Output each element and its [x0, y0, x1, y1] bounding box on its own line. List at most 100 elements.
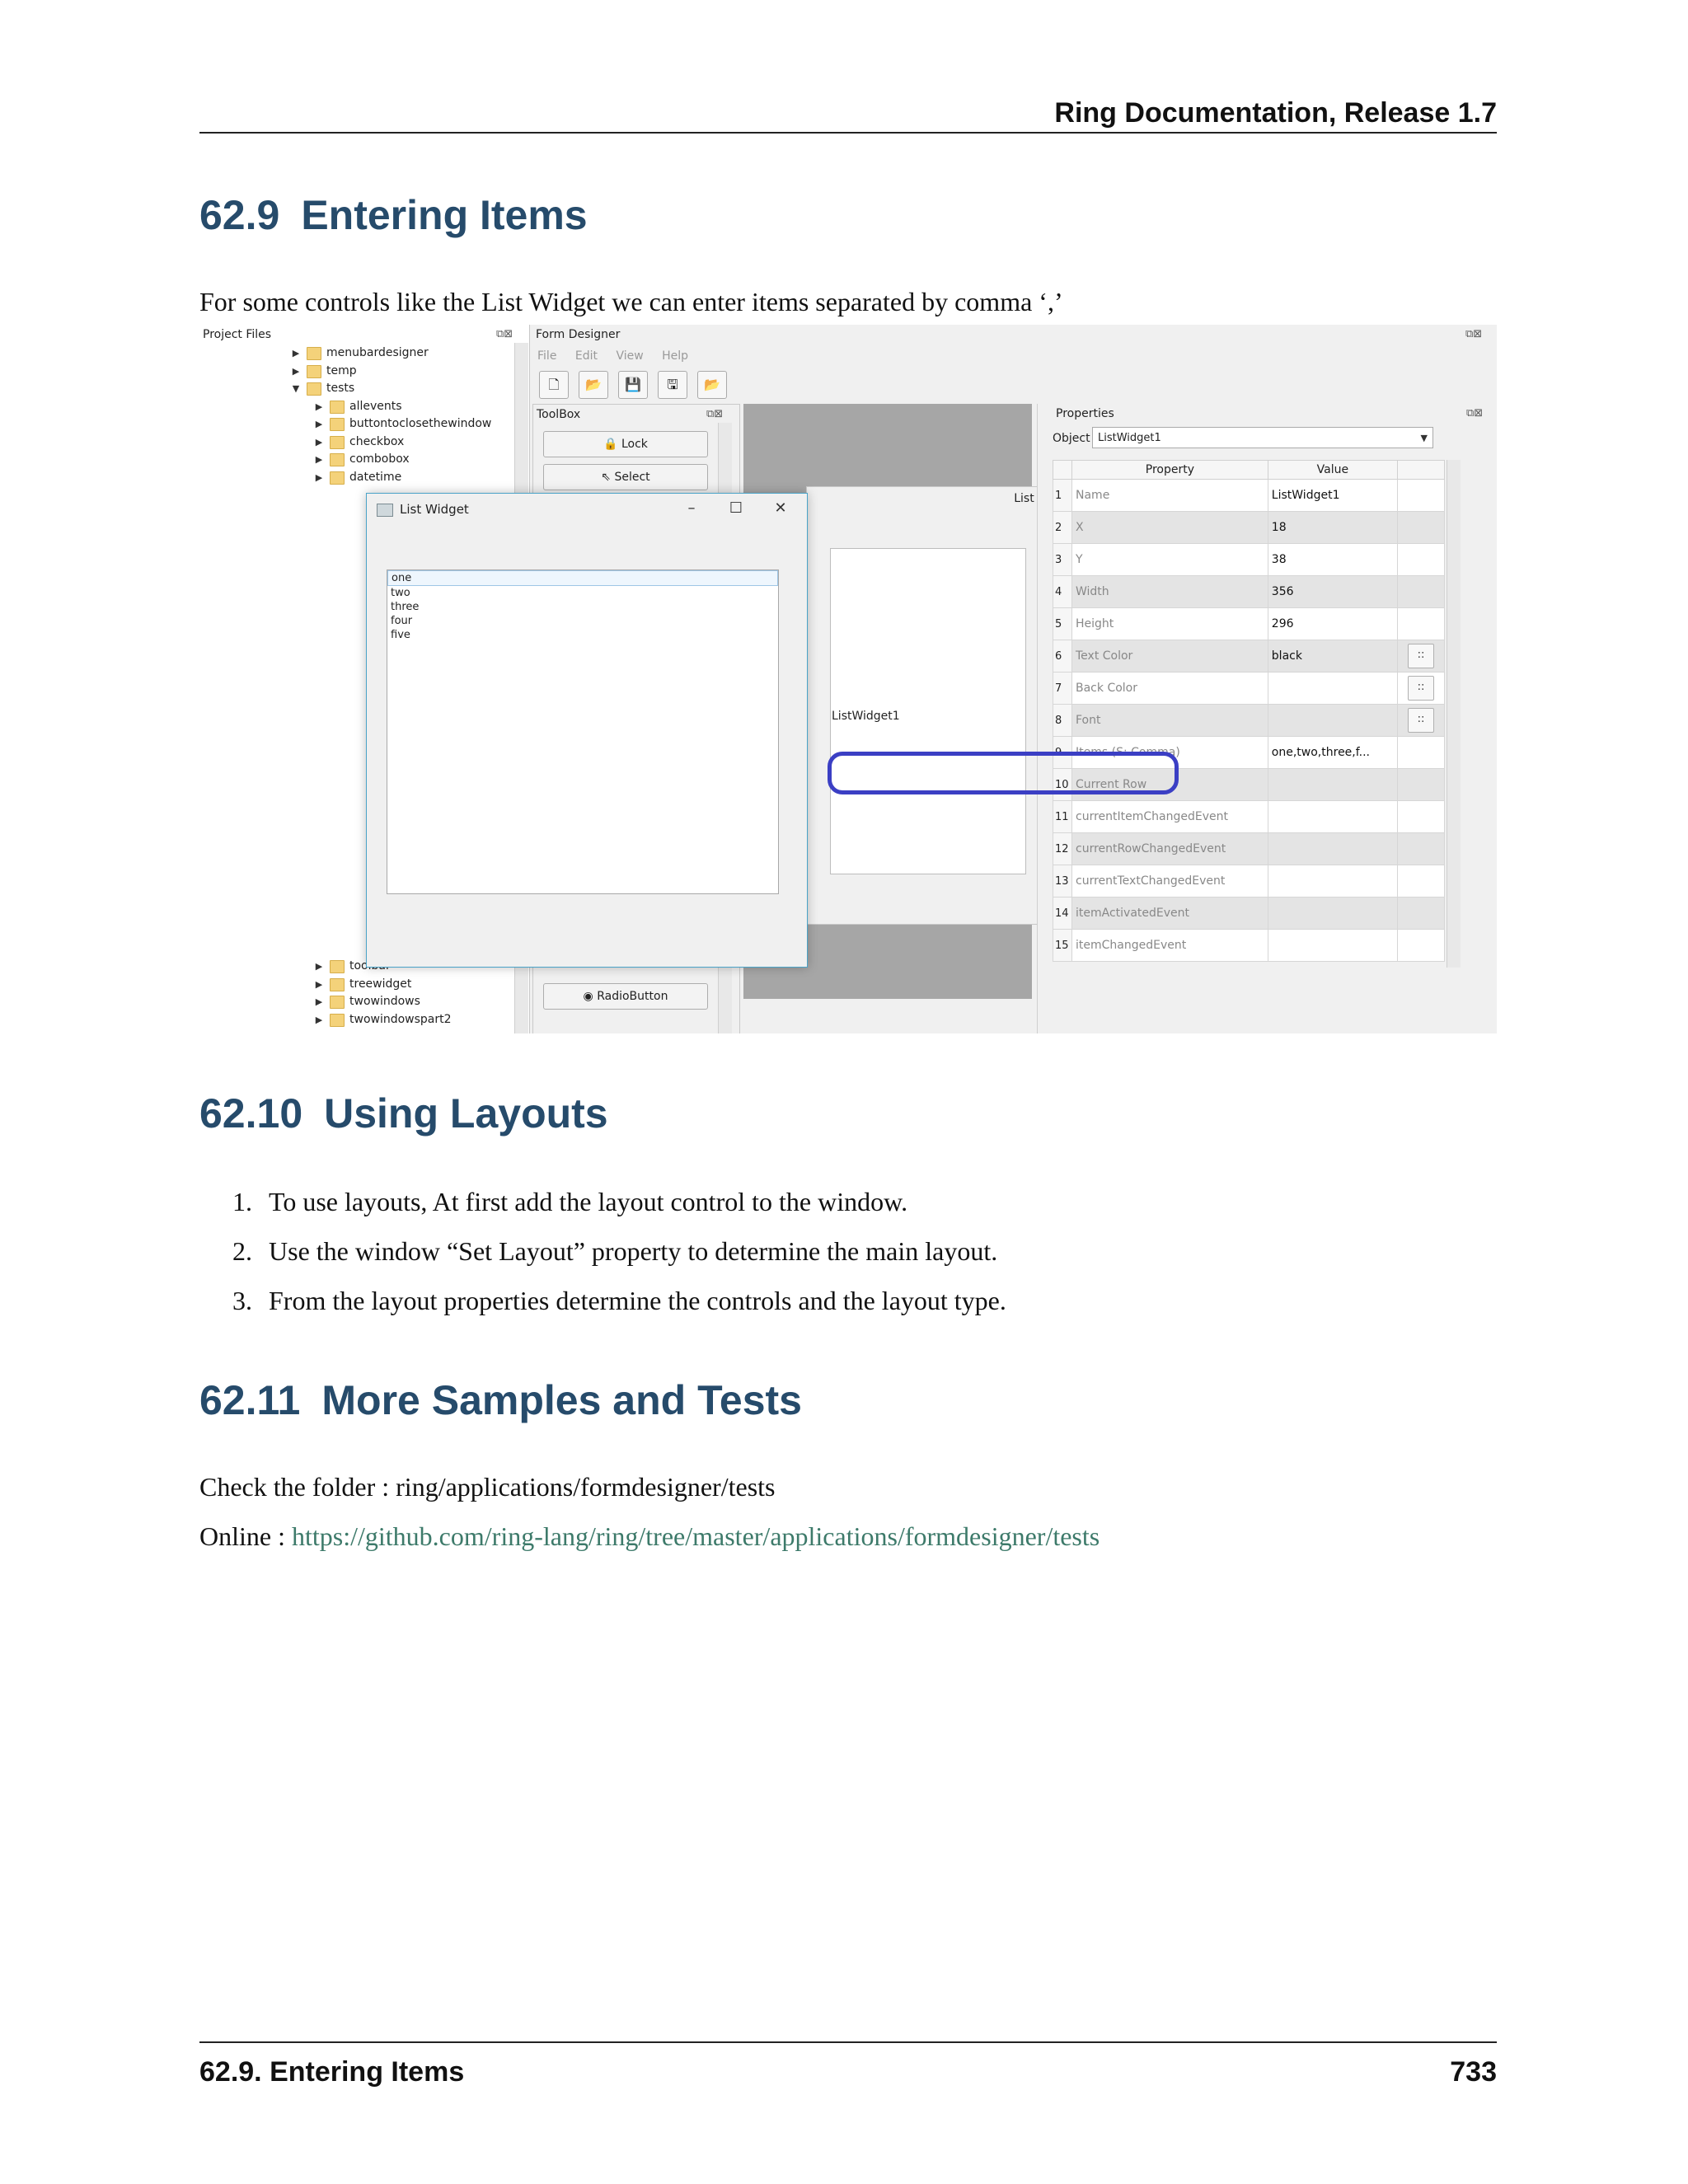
section-heading-using-layouts: 62.10 Using Layouts: [199, 1090, 608, 1137]
form-preview-window[interactable]: List W ListWidget1: [806, 486, 1055, 925]
list-widget-list[interactable]: one two three four five: [387, 569, 779, 894]
list-item[interactable]: three: [387, 600, 778, 614]
property-value[interactable]: [1267, 672, 1399, 705]
save-as-icon[interactable]: 🖫: [658, 371, 687, 399]
github-link[interactable]: https://github.com/ring-lang/ring/tree/m…: [292, 1521, 1100, 1551]
property-value[interactable]: 356: [1267, 575, 1399, 608]
expand-arrow-icon[interactable]: ▶: [313, 993, 325, 1011]
tree-item[interactable]: ▶ temp: [290, 363, 521, 381]
property-row[interactable]: 6 Text Color black::: [1053, 640, 1445, 673]
lock-button[interactable]: 🔒 Lock: [543, 431, 708, 457]
pane-float-close-icon[interactable]: ⧉⊠: [706, 408, 723, 420]
collapse-arrow-icon[interactable]: ▼: [290, 380, 302, 398]
menu-file[interactable]: File: [537, 349, 556, 363]
object-select[interactable]: ListWidget1 ▼: [1092, 427, 1433, 448]
menu-bar: File Edit View Help: [537, 349, 703, 363]
property-value[interactable]: ListWidget1: [1267, 479, 1399, 512]
list-item[interactable]: four: [387, 614, 778, 628]
property-name: X: [1071, 511, 1268, 544]
property-row[interactable]: 13 currentTextChangedEvent: [1053, 865, 1445, 898]
menu-help[interactable]: Help: [662, 349, 688, 363]
properties-scrollbar[interactable]: [1447, 460, 1461, 968]
property-value[interactable]: [1267, 768, 1399, 801]
expand-arrow-icon[interactable]: ▶: [313, 1011, 325, 1029]
property-value[interactable]: [1267, 832, 1399, 865]
page-header: Ring Documentation, Release 1.7: [199, 91, 1497, 134]
list-item[interactable]: one: [387, 570, 778, 586]
expand-arrow-icon[interactable]: ▶: [313, 958, 325, 976]
maximize-icon[interactable]: ☐: [718, 495, 754, 522]
property-row[interactable]: 4 Width 356: [1053, 575, 1445, 608]
property-row[interactable]: 7 Back Color::: [1053, 672, 1445, 705]
tree-item[interactable]: ▼ tests: [290, 380, 521, 398]
property-name: Font: [1071, 704, 1268, 737]
ellipsis-button[interactable]: ::: [1408, 708, 1434, 733]
pane-float-close-icon[interactable]: ⧉⊠: [1466, 407, 1483, 419]
property-row[interactable]: 2 X 18: [1053, 511, 1445, 544]
ellipsis-button[interactable]: ::: [1408, 676, 1434, 701]
tree-item[interactable]: ▶ buttontoclosethewindow: [290, 415, 521, 434]
property-value[interactable]: [1267, 929, 1399, 962]
property-value[interactable]: [1267, 865, 1399, 898]
property-value[interactable]: one,two,three,f...: [1267, 736, 1399, 769]
header-title: Ring Documentation, Release 1.7: [1054, 97, 1497, 129]
tree-item[interactable]: ▶ treewidget: [290, 976, 521, 994]
section-number: 62.9: [199, 192, 280, 238]
online-paragraph: Online : https://github.com/ring-lang/ri…: [199, 1521, 1100, 1551]
property-value[interactable]: [1267, 704, 1399, 737]
property-row[interactable]: 14 itemActivatedEvent: [1053, 897, 1445, 930]
property-row[interactable]: 5 Height 296: [1053, 607, 1445, 640]
row-index: 14: [1053, 897, 1072, 930]
select-button[interactable]: ⇖ Select: [543, 464, 708, 490]
expand-arrow-icon[interactable]: ▶: [313, 976, 325, 994]
tree-item[interactable]: ▶ datetime: [290, 469, 521, 487]
tree-item[interactable]: ▶ combobox: [290, 451, 521, 469]
footer-section: 62.9. Entering Items: [199, 2056, 465, 2088]
expand-arrow-icon[interactable]: ▶: [313, 469, 325, 487]
section-title: Entering Items: [301, 192, 588, 238]
property-value[interactable]: 18: [1267, 511, 1399, 544]
tree-item[interactable]: ▶ menubardesigner: [290, 344, 521, 363]
tree-item[interactable]: ▶ allevents: [290, 398, 521, 416]
property-row[interactable]: 11 currentItemChangedEvent: [1053, 800, 1445, 833]
radiobutton-button[interactable]: ◉ RadioButton: [543, 983, 708, 1010]
expand-arrow-icon[interactable]: ▶: [313, 451, 325, 469]
pane-float-close-icon[interactable]: ⧉⊠: [1465, 328, 1482, 340]
expand-arrow-icon[interactable]: ▶: [313, 415, 325, 434]
property-row[interactable]: 3 Y 38: [1053, 543, 1445, 576]
expand-arrow-icon[interactable]: ▶: [290, 344, 302, 363]
save-icon[interactable]: 💾: [618, 371, 648, 399]
new-file-icon[interactable]: 🗋: [539, 371, 569, 399]
ellipsis-button[interactable]: ::: [1408, 644, 1434, 668]
pane-float-close-icon[interactable]: ⧉⊠: [496, 328, 513, 340]
expand-arrow-icon[interactable]: ▶: [313, 434, 325, 452]
open-project-icon[interactable]: 📂: [697, 371, 727, 399]
property-row[interactable]: 15 itemChangedEvent: [1053, 929, 1445, 962]
property-row[interactable]: 12 currentRowChangedEvent: [1053, 832, 1445, 865]
menu-view[interactable]: View: [616, 349, 643, 363]
list-item[interactable]: five: [387, 628, 778, 642]
property-name: Text Color: [1071, 640, 1268, 673]
expand-arrow-icon[interactable]: ▶: [313, 398, 325, 416]
list-widget-window[interactable]: List Widget – ☐ ✕ one two three four fiv…: [366, 493, 808, 968]
project-files-title: Project Files: [203, 328, 272, 341]
list-item[interactable]: two: [387, 586, 778, 600]
property-value[interactable]: black: [1267, 640, 1399, 673]
property-row[interactable]: 8 Font::: [1053, 704, 1445, 737]
tree-item[interactable]: ▶ checkbox: [290, 434, 521, 452]
property-value[interactable]: [1267, 897, 1399, 930]
section-title: More Samples and Tests: [321, 1377, 802, 1423]
menu-edit[interactable]: Edit: [575, 349, 598, 363]
tree-item[interactable]: ▶ twowindowspart2: [290, 1011, 521, 1029]
property-name: currentRowChangedEvent: [1071, 832, 1268, 865]
property-value[interactable]: [1267, 800, 1399, 833]
property-row[interactable]: 1 Name ListWidget1: [1053, 479, 1445, 512]
expand-arrow-icon[interactable]: ▶: [290, 363, 302, 381]
minimize-icon[interactable]: –: [673, 495, 710, 522]
form-designer-title: Form Designer: [536, 328, 621, 341]
open-folder-icon[interactable]: 📂: [579, 371, 608, 399]
close-icon[interactable]: ✕: [762, 495, 799, 522]
property-value[interactable]: 296: [1267, 607, 1399, 640]
tree-item[interactable]: ▶ twowindows: [290, 993, 521, 1011]
property-value[interactable]: 38: [1267, 543, 1399, 576]
